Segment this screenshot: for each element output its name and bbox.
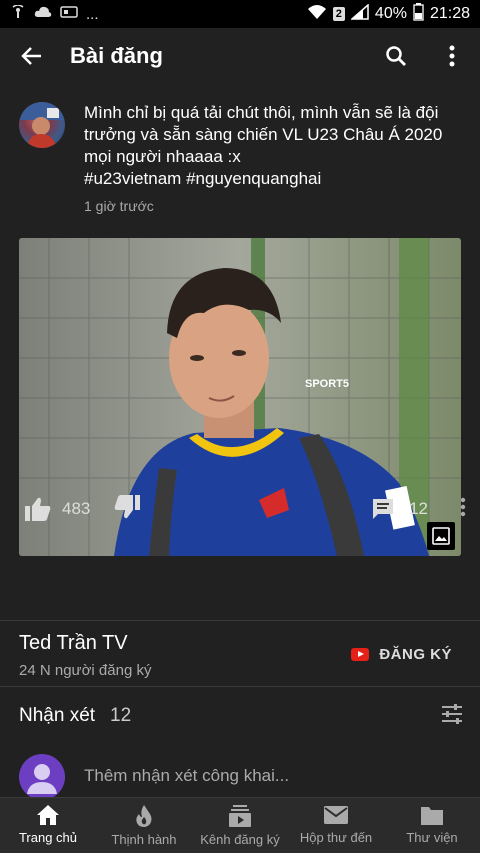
add-comment-row: Thêm nhận xét công khai... [0,752,480,802]
search-icon [386,46,406,66]
system-icons: 2 40% 21:28 [307,3,470,25]
sim-badge-icon: 2 [332,7,345,21]
comments-title: Nhận xét [19,705,96,726]
person-icon [27,764,57,794]
signal-icon [349,3,369,24]
trending-icon [136,805,152,827]
thumbs-up-icon [25,497,51,521]
clock: 21:28 [429,5,470,22]
subscriptions-icon [229,805,251,827]
app-bar: Bài đăng [0,28,480,84]
id-card-icon [60,5,78,23]
post-text-line: Mình chỉ bị quá tải chút thôi, mình vẫn … [84,103,439,122]
notification-icons: ... [10,4,99,23]
thumbs-down-icon [114,494,140,518]
nav-inbox[interactable]: Hộp thư đến [288,798,384,853]
page-title: Bài đăng [70,43,163,68]
back-button[interactable] [0,28,64,84]
battery-percent: 40% [374,5,407,22]
sim-badge-number: 2 [335,8,342,20]
channel-name[interactable]: Ted Trần TV [19,632,128,655]
cloud-upload-icon [34,5,52,23]
avatar-photo [19,102,65,148]
library-icon [421,807,443,825]
more-vert-icon [460,497,466,516]
nav-trending[interactable]: Thịnh hành [96,798,192,853]
nav-label: Hộp thư đến [299,830,373,845]
search-button[interactable] [368,28,424,84]
dislike-button[interactable] [113,494,141,525]
like-count: 483 [62,499,91,518]
more-notifications: ... [86,5,99,23]
youtube-logo-icon [351,648,370,661]
post-text: Mình chỉ bị quá tải chút thôi, mình vẫn … [84,102,464,190]
more-vert-icon [449,45,455,67]
channel-info: Ted Trần TV 24 N người đăng ký ĐĂNG KÝ [0,620,480,686]
wifi-icon [307,4,327,24]
home-icon [37,805,59,825]
comments-button[interactable]: 12 [371,497,428,521]
channel-avatar[interactable] [19,102,65,148]
comment-icon [373,499,394,519]
post-timestamp: 1 giờ trước [84,198,154,214]
user-avatar [19,754,65,800]
post-text-line: mọi người nhaaaa :x [84,147,241,166]
nav-label: Kênh đăng ký [200,832,280,847]
bottom-navigation: Trang chủ Thịnh hành Kênh đăng ký Hộp th… [0,797,480,853]
nav-library[interactable]: Thư viện [384,798,480,853]
comments-count: 12 [110,705,132,726]
nav-home[interactable]: Trang chủ [0,798,96,853]
comment-count: 12 [409,499,428,518]
subscribe-button[interactable]: ĐĂNG KÝ [351,646,452,663]
overflow-menu-button[interactable] [424,28,480,84]
post-hashtags[interactable]: #u23vietnam #nguyenquanghai [84,168,464,190]
subscriber-count: 24 N người đăng ký [19,662,152,679]
hotspot-icon [10,4,26,23]
comments-header: Nhận xét 12 [0,688,480,744]
inbox-icon [324,806,348,824]
nav-label: Thịnh hành [111,832,177,847]
nav-label: Trang chủ [18,830,78,845]
add-comment-input[interactable]: Thêm nhận xét công khai... [84,766,289,786]
sort-comments-button[interactable] [440,702,464,731]
image-watermark: SPORT5 [305,378,350,390]
sort-icon [442,704,462,724]
post-actions: 483 12 [0,489,480,529]
status-bar: ... 2 40% 21:28 [0,0,480,28]
divider [0,686,480,687]
nav-subscriptions[interactable]: Kênh đăng ký [192,798,288,853]
battery-icon [413,3,424,25]
like-button[interactable]: 483 [24,496,90,522]
subscribe-label: ĐĂNG KÝ [379,646,452,663]
post-more-button[interactable] [460,496,466,523]
image-icon [432,527,450,545]
arrow-back-icon [21,47,41,65]
nav-label: Thư viện [406,830,458,845]
post-text-line: trưởng và sẵn sàng chiến VL U23 Châu Á 2… [84,125,443,144]
